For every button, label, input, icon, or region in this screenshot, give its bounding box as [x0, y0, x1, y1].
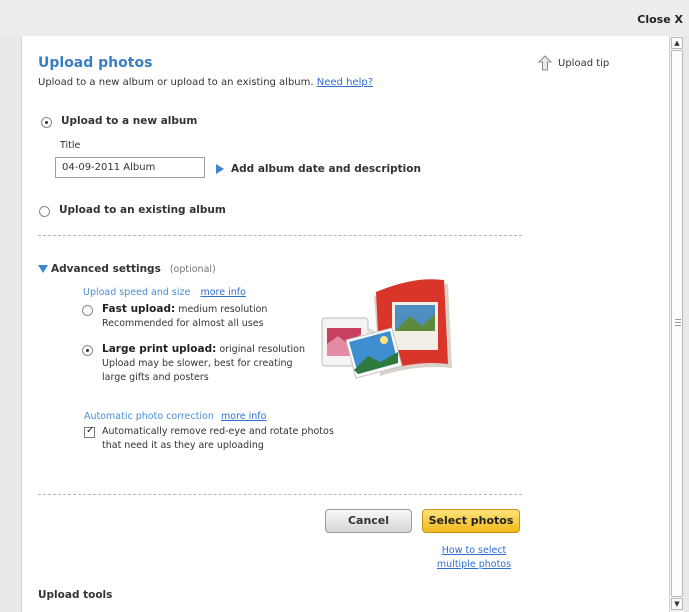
howto-line2: multiple photos — [436, 559, 512, 570]
page-subtitle: Upload to a new album or upload to an ex… — [38, 77, 373, 88]
advanced-settings-toggle[interactable]: Advanced settings (optional) — [38, 263, 216, 275]
upload-tip-label: Upload tip — [558, 57, 610, 69]
large-print-radio[interactable] — [82, 345, 93, 356]
auto-fix-line1: Automatically remove red-eye and rotate … — [102, 426, 334, 437]
large-print-desc1: original resolution — [219, 344, 306, 355]
upload-dialog: Upload photos Upload to a new album or u… — [21, 36, 669, 612]
need-help-link[interactable]: Need help? — [317, 77, 373, 88]
how-to-select-link[interactable]: How to select multiple photos — [434, 544, 514, 572]
auto-fix-checkbox[interactable] — [84, 425, 95, 438]
auto-fix-line2: that need it as they are uploading — [102, 440, 264, 451]
new-album-label[interactable]: Upload to a new album — [61, 115, 197, 127]
upload-tip[interactable]: Upload tip — [538, 55, 609, 71]
existing-album-radio[interactable] — [39, 206, 50, 217]
select-photos-button[interactable]: Select photos — [422, 509, 520, 533]
scroll-thumb[interactable] — [671, 50, 683, 597]
upload-tools-heading: Upload tools — [38, 589, 113, 601]
scroll-up-icon[interactable]: ▲ — [671, 37, 683, 49]
fast-upload-radio[interactable] — [82, 305, 93, 316]
vertical-scrollbar[interactable]: ▲ ▼ — [669, 36, 683, 612]
divider — [38, 235, 522, 236]
upload-arrow-icon — [538, 55, 552, 71]
speed-size-label: Upload speed and size — [83, 287, 191, 298]
large-print-title: Large print upload: — [102, 343, 217, 355]
scroll-down-icon[interactable]: ▼ — [671, 598, 683, 610]
top-bar: Close X — [0, 0, 689, 36]
album-title-input[interactable] — [55, 157, 205, 178]
auto-fix-label[interactable]: Automatically remove red-eye and rotate … — [102, 425, 334, 453]
expand-down-icon — [38, 265, 48, 273]
speed-size-row: Upload speed and size more info — [83, 280, 246, 299]
existing-album-label[interactable]: Upload to an existing album — [59, 204, 226, 216]
subtitle-text: Upload to a new album or upload to an ex… — [38, 77, 314, 88]
new-album-radio[interactable] — [41, 117, 52, 128]
optional-label: (optional) — [169, 263, 216, 275]
advanced-settings-heading: Advanced settings — [51, 263, 161, 275]
print-products-image — [321, 279, 452, 379]
photo-correction-row: Automatic photo correction more info — [84, 404, 266, 423]
large-print-desc3: large gifts and posters — [102, 372, 209, 383]
photo-correction-label: Automatic photo correction — [84, 411, 214, 422]
expand-right-icon — [216, 164, 224, 174]
fast-upload-title: Fast upload: — [102, 303, 176, 315]
add-details-link[interactable]: Add album date and description — [216, 163, 421, 175]
close-button[interactable]: Close X — [637, 13, 683, 26]
more-info-link-speed[interactable]: more info — [200, 287, 245, 298]
page-title: Upload photos — [38, 55, 153, 71]
title-label: Title — [60, 140, 81, 151]
divider — [38, 494, 522, 495]
add-details-label: Add album date and description — [231, 163, 421, 175]
more-info-link-correction[interactable]: more info — [221, 411, 266, 422]
scroll-grip-icon — [675, 319, 681, 326]
fast-upload-desc2: Recommended for almost all uses — [102, 318, 264, 329]
fast-upload-option[interactable]: Fast upload: medium resolution Recommend… — [102, 302, 267, 331]
cancel-button[interactable]: Cancel — [325, 509, 412, 533]
howto-line1: How to select — [441, 545, 507, 556]
fast-upload-desc1: medium resolution — [178, 304, 268, 315]
large-print-option[interactable]: Large print upload: original resolution … — [102, 342, 305, 385]
large-print-desc2: Upload may be slower, best for creating — [102, 358, 293, 369]
